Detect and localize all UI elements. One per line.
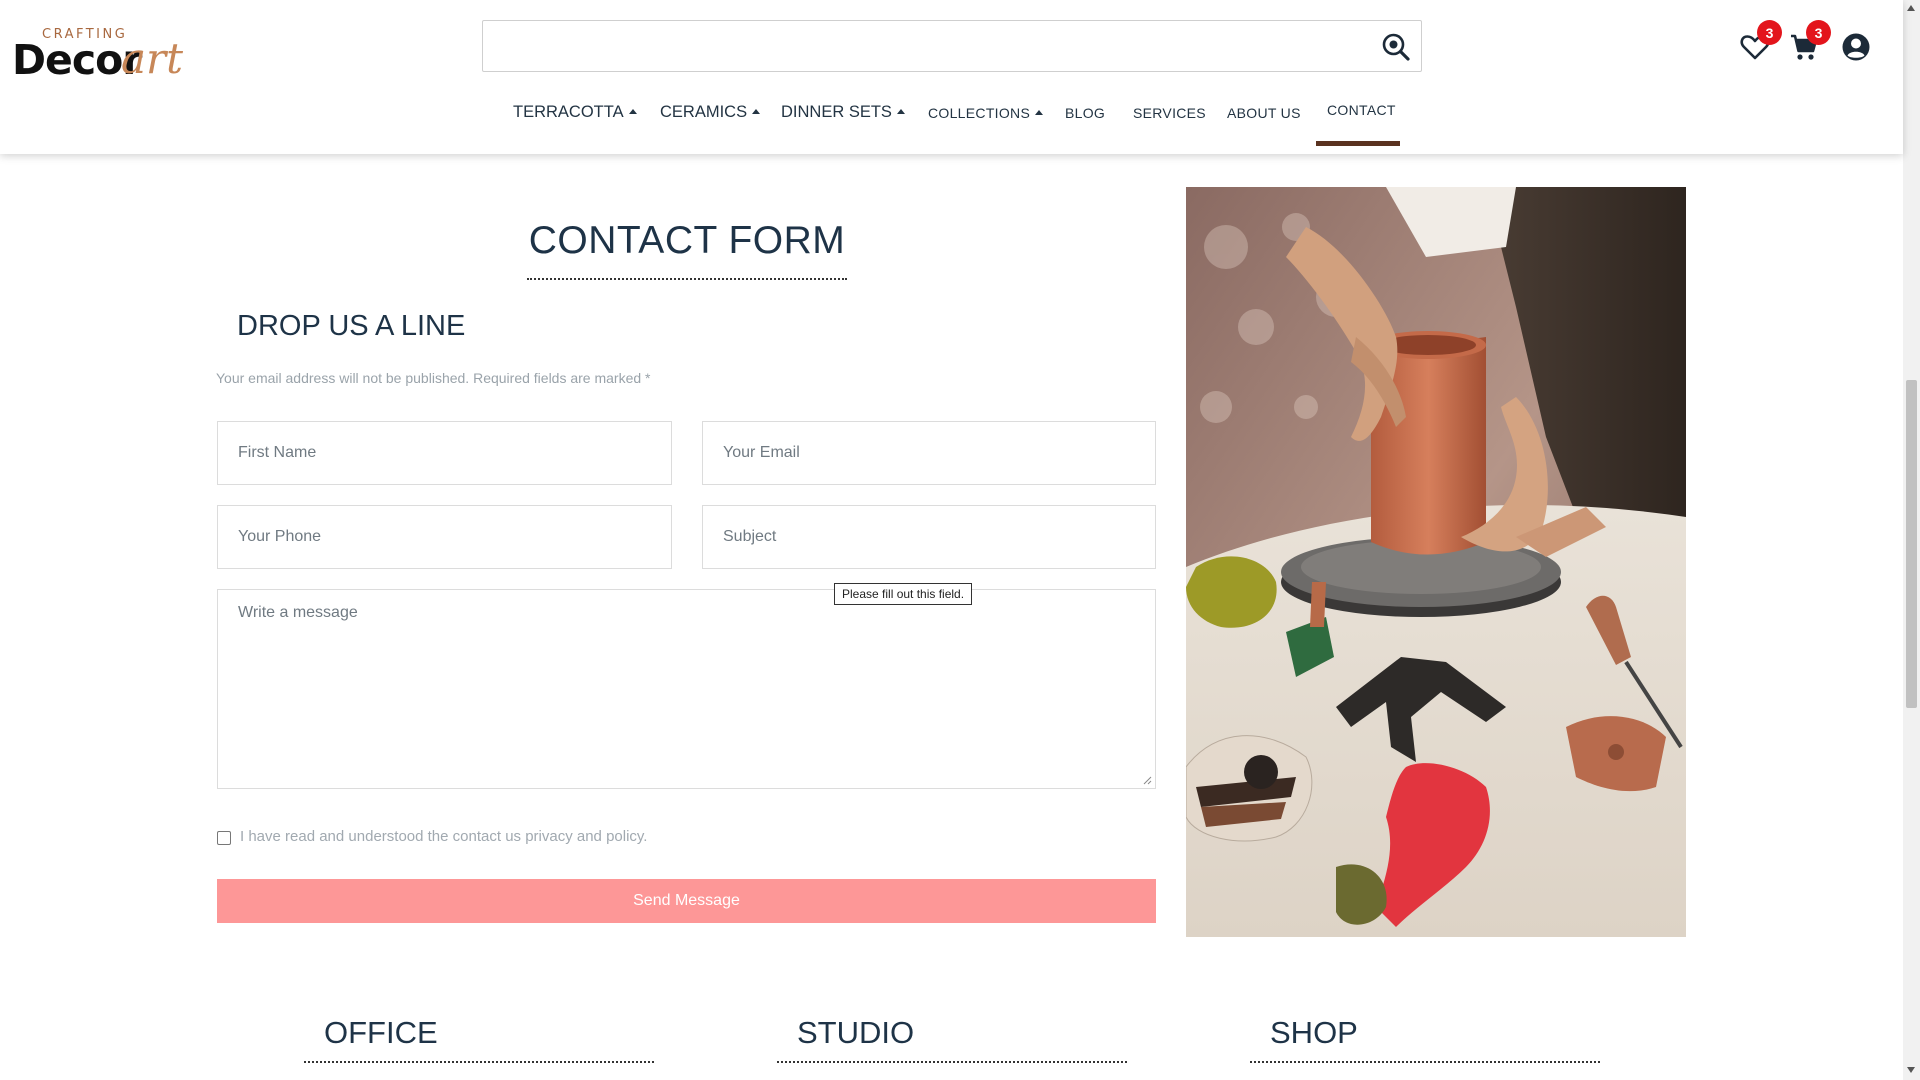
logo-script: art [121,34,183,83]
search-input[interactable] [482,20,1422,72]
pottery-photo [1186,187,1686,937]
cart-count-badge: 3 [1806,20,1831,45]
email-placeholder: Your Email [723,444,800,461]
site-header: CRAFTING Decor art 3 3 TERRACOTTA CERAMI… [0,0,1903,154]
search-icon[interactable] [1381,32,1411,62]
phone-placeholder: Your Phone [238,528,322,545]
message-textarea[interactable]: Write a message [217,589,1156,789]
scroll-down-arrow-icon[interactable] [1907,1067,1915,1073]
scroll-up-arrow-icon[interactable] [1907,5,1915,11]
shop-divider [1250,1061,1600,1063]
nav-label: COLLECTIONS [928,105,1031,121]
email-field[interactable]: Your Email [702,421,1156,485]
user-icon [1842,33,1870,61]
resize-handle-icon[interactable] [1142,775,1152,785]
title-divider [527,278,847,280]
page-scrollbar[interactable] [1903,0,1920,1080]
subject-field[interactable]: Subject [702,505,1156,569]
required-fields-note: Your email address will not be published… [216,370,651,386]
first-name-placeholder: First Name [238,444,317,461]
privacy-checkbox-label[interactable]: I have read and understood the contact u… [240,828,647,845]
contact-form-title: CONTACT FORM [528,219,846,262]
wishlist-button[interactable]: 3 [1740,20,1782,62]
validation-tooltip: Please fill out this field. [834,583,973,605]
scroll-thumb[interactable] [1906,380,1917,708]
nav-label: ABOUT US [1227,105,1301,121]
message-placeholder: Write a message [238,604,358,621]
wishlist-count-badge: 3 [1757,20,1782,45]
nav-item-blog[interactable]: BLOG [1065,105,1105,121]
caret-up-icon [1035,110,1044,115]
nav-active-indicator [1316,141,1400,146]
studio-divider [777,1061,1127,1063]
nav-label: CONTACT [1327,102,1396,118]
caret-up-icon [896,109,905,114]
nav-item-services[interactable]: SERVICES [1133,105,1206,121]
form-subtitle: DROP US A LINE [237,310,466,342]
nav-item-collections[interactable]: COLLECTIONS [928,105,1044,121]
caret-up-icon [752,109,761,114]
shop-section-title: SHOP [1270,1015,1358,1050]
nav-label: CERAMICS [660,103,748,121]
nav-label: SERVICES [1133,105,1206,121]
nav-item-about-us[interactable]: ABOUT US [1227,105,1301,121]
nav-item-contact[interactable]: CONTACT [1327,102,1396,118]
nav-item-ceramics[interactable]: CERAMICS [660,103,761,122]
studio-section-title: STUDIO [797,1015,915,1050]
nav-item-dinner-sets[interactable]: DINNER SETS [781,103,905,122]
cart-button[interactable]: 3 [1789,20,1831,62]
first-name-field[interactable]: First Name [217,421,672,485]
nav-label: BLOG [1065,105,1106,121]
phone-field[interactable]: Your Phone [217,505,672,569]
office-divider [304,1061,654,1063]
subject-placeholder: Subject [723,528,777,545]
logo[interactable]: CRAFTING Decor art [12,22,190,84]
nav-item-terracotta[interactable]: TERRACOTTA [513,103,637,122]
send-message-button[interactable]: Send Message [217,879,1156,923]
privacy-checkbox[interactable] [217,831,231,845]
nav-label: TERRACOTTA [513,103,624,121]
office-section-title: OFFICE [324,1015,438,1050]
caret-up-icon [628,109,637,114]
main-nav: TERRACOTTA CERAMICS DINNER SETS COLLECTI… [0,96,1903,148]
nav-label: DINNER SETS [781,103,892,121]
account-button[interactable] [1841,32,1871,62]
